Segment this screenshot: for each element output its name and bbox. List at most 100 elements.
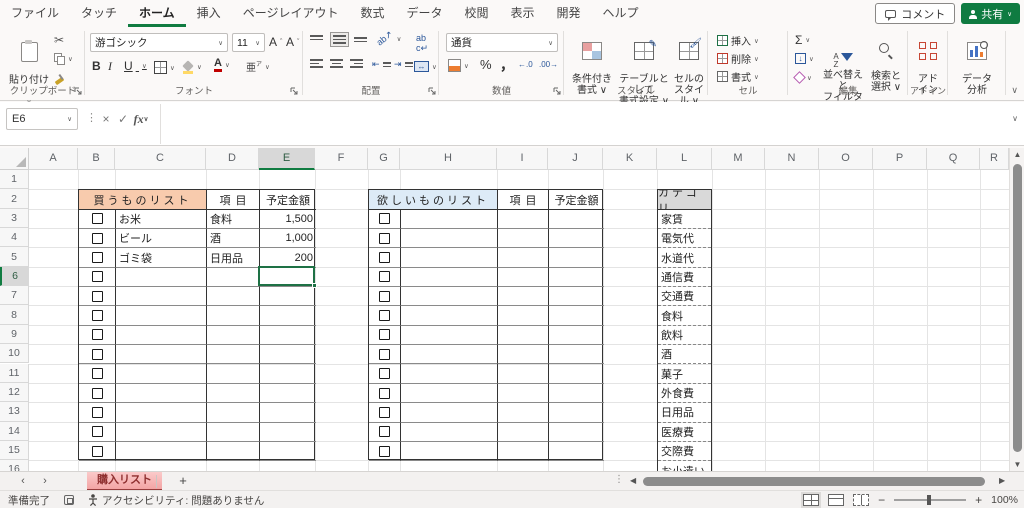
checkbox-unchecked[interactable]	[379, 387, 390, 399]
checkbox-unchecked[interactable]	[91, 406, 103, 418]
checkbox-unchecked[interactable]	[379, 271, 390, 283]
scroll-down-icon[interactable]: ▼	[1010, 460, 1024, 469]
checkbox-cell[interactable]	[369, 403, 401, 423]
new-sheet-button[interactable]: +	[174, 472, 192, 491]
normal-view-button[interactable]	[801, 492, 822, 508]
category-item[interactable]: 通信費	[658, 268, 711, 288]
item-name-cell[interactable]	[116, 267, 207, 288]
data-analysis-button[interactable]: データ 分析	[957, 31, 997, 96]
checkbox-cell[interactable]	[79, 306, 116, 326]
decrease-decimal-button[interactable]: .00→	[539, 60, 558, 69]
checkbox-unchecked[interactable]	[379, 252, 390, 264]
item-category-cell[interactable]	[498, 267, 549, 288]
phonetic-guide-button[interactable]: 亜ア ∨	[246, 59, 270, 74]
category-item[interactable]: お小遣い	[658, 461, 711, 471]
zoom-out-button[interactable]: −	[878, 493, 885, 507]
item-category-cell[interactable]	[207, 306, 260, 326]
page-break-view-button[interactable]	[853, 494, 870, 506]
checkbox-unchecked[interactable]	[91, 329, 103, 341]
comments-button[interactable]: コメント	[875, 3, 956, 24]
vertical-scrollbar[interactable]: ▲ ▼	[1009, 148, 1024, 471]
font-name-select[interactable]: 游ゴシック ∨	[90, 33, 228, 52]
item-amount-cell[interactable]	[549, 326, 604, 346]
item-name-cell[interactable]	[401, 267, 498, 288]
item-category-cell[interactable]: 食料	[207, 209, 260, 230]
item-name-cell[interactable]: ゴミ袋	[116, 248, 207, 268]
expand-formula-bar-icon[interactable]: ∨	[1012, 114, 1018, 123]
item-amount-cell[interactable]	[260, 442, 316, 462]
item-amount-cell[interactable]	[260, 364, 316, 384]
item-category-cell[interactable]	[498, 229, 549, 249]
checkbox-unchecked[interactable]	[91, 426, 103, 438]
align-right-button[interactable]	[350, 59, 363, 68]
item-amount-cell[interactable]	[549, 248, 604, 268]
item-category-cell[interactable]	[498, 383, 549, 404]
shrink-font-button[interactable]: Aˇ	[286, 35, 299, 49]
category-item[interactable]: 飲料	[658, 326, 711, 346]
item-category-cell[interactable]	[207, 345, 260, 365]
checkbox-unchecked[interactable]	[379, 348, 390, 360]
checkbox-cell[interactable]	[369, 345, 401, 365]
item-amount-cell[interactable]	[549, 345, 604, 365]
checkbox-cell[interactable]	[369, 267, 401, 288]
checkbox-cell[interactable]	[369, 306, 401, 326]
scroll-up-icon[interactable]: ▲	[1010, 150, 1024, 159]
fill-button[interactable]: ↓ ∨	[795, 53, 814, 64]
item-amount-cell[interactable]	[549, 423, 604, 442]
category-item[interactable]: 酒	[658, 345, 711, 365]
item-name-cell[interactable]	[401, 403, 498, 423]
comma-style-button[interactable]: ，	[500, 55, 514, 75]
checkbox-unchecked[interactable]	[91, 310, 103, 322]
item-category-cell[interactable]	[498, 403, 549, 423]
share-button[interactable]: 共有 ∨	[961, 3, 1020, 24]
checkbox-cell[interactable]	[79, 441, 116, 462]
category-item[interactable]: 日用品	[658, 403, 711, 423]
item-name-cell[interactable]	[116, 325, 207, 346]
item-category-cell[interactable]	[207, 287, 260, 307]
row-header-3[interactable]: 3	[0, 208, 29, 229]
item-name-cell[interactable]	[401, 209, 498, 230]
row-header-14[interactable]: 14	[0, 421, 29, 441]
formula-input[interactable]	[160, 104, 998, 144]
category-item[interactable]: 交通費	[658, 287, 711, 307]
row-header-5[interactable]: 5	[0, 247, 29, 267]
item-name-cell[interactable]	[401, 364, 498, 384]
decrease-indent-button[interactable]: ⇤	[372, 59, 391, 70]
menu-tab-表示[interactable]: 表示	[500, 0, 546, 27]
vertical-scroll-thumb[interactable]	[1013, 164, 1022, 452]
number-format-select[interactable]: 通貨 ∨	[446, 33, 558, 52]
cut-button[interactable]: ✂	[54, 33, 64, 47]
category-item[interactable]: 水道代	[658, 248, 711, 268]
checkbox-unchecked[interactable]	[379, 426, 390, 438]
checkbox-cell[interactable]	[79, 287, 116, 307]
item-name-cell[interactable]	[401, 345, 498, 365]
item-amount-cell[interactable]: 1,500	[260, 210, 316, 230]
italic-button[interactable]: I	[108, 59, 112, 74]
item-amount-cell[interactable]	[260, 306, 316, 326]
row-header-8[interactable]: 8	[0, 305, 29, 325]
item-amount-cell[interactable]	[549, 442, 604, 462]
item-name-cell[interactable]	[401, 325, 498, 346]
accessibility-status[interactable]: アクセシビリティ: 問題ありません	[88, 493, 264, 508]
collapse-ribbon-button[interactable]: ∨	[1011, 85, 1018, 96]
grow-font-button[interactable]: Aˆ	[269, 35, 282, 49]
item-category-cell[interactable]	[207, 403, 260, 423]
checkbox-cell[interactable]	[369, 248, 401, 268]
checkbox-unchecked[interactable]	[379, 213, 390, 225]
item-amount-cell[interactable]	[260, 345, 316, 365]
checkbox-cell[interactable]	[369, 229, 401, 249]
checkbox-unchecked[interactable]	[91, 213, 103, 225]
zoom-slider[interactable]	[894, 495, 967, 505]
column-header-D[interactable]: D	[206, 148, 259, 170]
checkbox-cell[interactable]	[79, 422, 116, 442]
item-name-cell[interactable]	[116, 306, 207, 326]
row-header-4[interactable]: 4	[0, 228, 29, 248]
checkbox-cell[interactable]	[79, 364, 116, 384]
borders-button[interactable]: ∨	[154, 61, 175, 74]
item-name-cell[interactable]	[116, 383, 207, 404]
insert-function-button[interactable]: fx ∨	[133, 108, 149, 130]
item-amount-cell[interactable]	[549, 403, 604, 423]
checkbox-cell[interactable]	[369, 383, 401, 404]
category-item[interactable]: 食料	[658, 306, 711, 326]
column-header-M[interactable]: M	[712, 148, 765, 170]
